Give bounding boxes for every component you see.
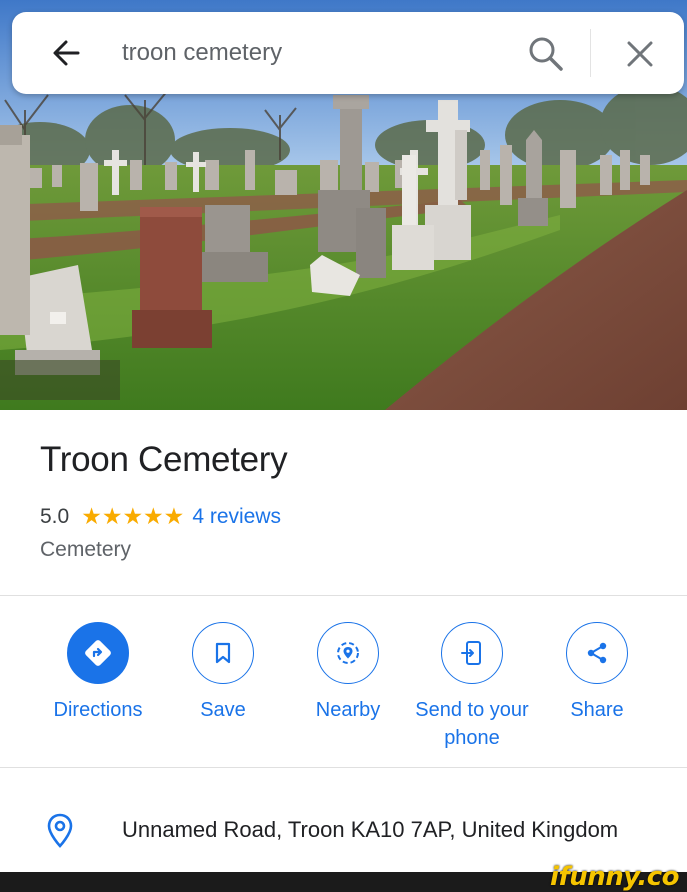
arrow-left-icon [53, 40, 80, 66]
place-category: Cemetery [40, 538, 132, 561]
search-bar [12, 12, 684, 94]
search-divider [590, 29, 591, 77]
close-x-icon [627, 41, 653, 67]
ifunny-watermark: ifunny.co [550, 862, 679, 892]
rating-row: 5.0 ★★★★★ 4 reviews [40, 503, 281, 531]
search-input[interactable] [122, 39, 502, 67]
share-button[interactable]: Share [532, 622, 662, 724]
rating-value: 5.0 [40, 505, 70, 528]
share-icon [587, 642, 607, 664]
save-circle [192, 622, 254, 684]
save-label: Save [200, 699, 246, 721]
send-to-phone-icon [461, 641, 481, 665]
send-to-phone-button[interactable]: Send to your phone [407, 622, 537, 752]
nearby-icon [337, 642, 359, 664]
section-divider [0, 767, 687, 768]
section-divider [0, 595, 687, 596]
location-pin-icon [47, 813, 73, 848]
reviews-link[interactable]: 4 reviews [192, 505, 281, 529]
bookmark-icon [215, 642, 231, 664]
back-button[interactable] [48, 36, 88, 70]
share-circle [566, 622, 628, 684]
directions-icon [85, 640, 111, 666]
clear-search-button[interactable] [620, 34, 660, 74]
place-title: Troon Cemetery [40, 440, 288, 479]
nearby-button[interactable]: Nearby [283, 622, 413, 724]
star-rating-icons: ★★★★★ [81, 504, 185, 530]
address-text: Unnamed Road, Troon KA10 7AP, United Kin… [122, 817, 619, 842]
nearby-label: Nearby [315, 699, 381, 721]
directions-button[interactable]: Directions [33, 622, 163, 724]
address-row[interactable]: Unnamed Road, Troon KA10 7AP, United Kin… [0, 808, 687, 858]
share-label: Share [570, 699, 624, 721]
directions-circle [67, 622, 129, 684]
nearby-circle [317, 622, 379, 684]
directions-label: Directions [53, 699, 143, 721]
save-button[interactable]: Save [158, 622, 288, 724]
search-button[interactable] [526, 34, 566, 74]
send-to-phone-circle [441, 622, 503, 684]
send-to-phone-label: Send to your phone [415, 699, 529, 749]
magnifier-icon [529, 37, 563, 71]
